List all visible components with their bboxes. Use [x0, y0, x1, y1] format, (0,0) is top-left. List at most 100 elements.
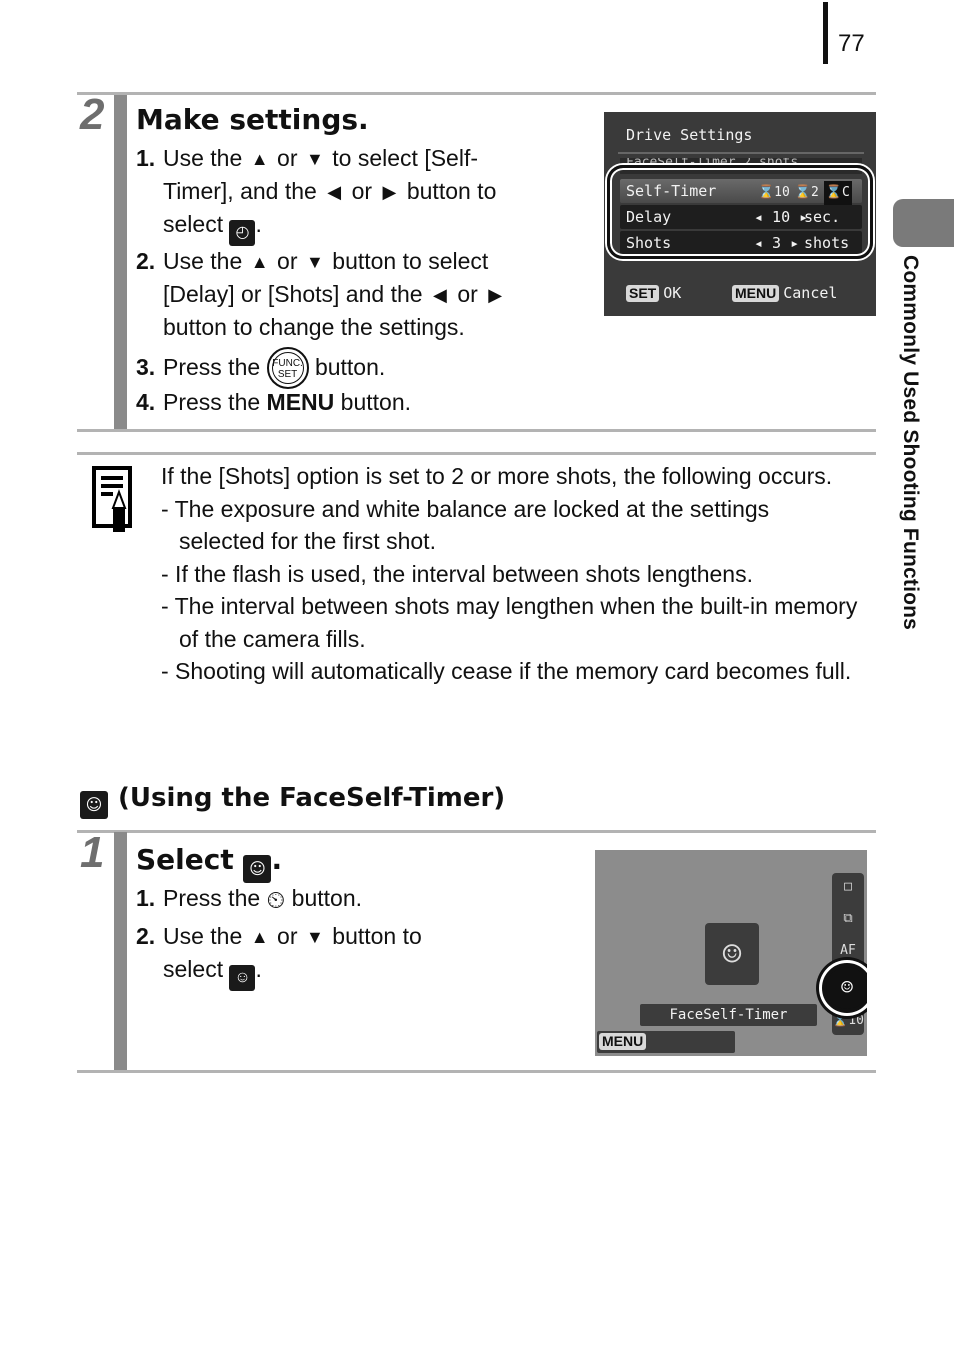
item-number: 2. [136, 923, 156, 949]
text: . [255, 956, 262, 982]
menu-key-icon: MENU [732, 285, 780, 302]
section-heading: ☺ (Using the FaceSelf-Timer) [80, 783, 505, 819]
note-intro: If the [Shots] option is set to 2 or mor… [161, 463, 833, 489]
step-number: 2 [80, 90, 105, 139]
up-arrow-icon: ▲ [250, 149, 269, 169]
instruction-2: 2. Use the ▲ or ▼ button to select ☺. [136, 920, 576, 991]
step-title: Make settings. [136, 103, 369, 136]
divider [77, 1070, 876, 1073]
menu-key-icon: MENU [599, 1033, 647, 1050]
text: or [277, 248, 298, 274]
text: select [163, 211, 224, 237]
note-icon [92, 466, 132, 532]
text: Use the [163, 145, 243, 171]
left-arrow-icon: ◀ [327, 182, 342, 202]
text: button. [340, 389, 412, 415]
selected-face-timer-icon: ☺ [822, 963, 867, 1013]
note-text: If the [Shots] option is set to 2 or mor… [161, 460, 861, 688]
continuation: select ☺. [136, 953, 576, 991]
instruction-4: 4. Press the MENU button. [136, 386, 576, 418]
face-self-timer-icon: ☺ [80, 791, 108, 819]
text: button to [406, 178, 497, 204]
face-self-timer-icon: ☺ [243, 855, 272, 883]
text: [Delay] or [Shots] and the [163, 281, 423, 307]
continuation: select ◴. [136, 208, 576, 246]
text: Use the [163, 248, 243, 274]
up-arrow-icon: ▲ [250, 927, 269, 947]
text: button to select [332, 248, 489, 274]
text: Press the [163, 354, 261, 380]
chapter-title: Commonly Used Shooting Functions [899, 255, 922, 631]
text: or [351, 178, 373, 204]
divider [77, 429, 876, 432]
instruction-3: 3. Press the FUNC. SET button. [136, 347, 576, 389]
text: button to change the settings. [163, 314, 465, 340]
text: select [163, 956, 224, 982]
down-arrow-icon: ▼ [305, 149, 324, 169]
instruction-1: 1. Use the ▲ or ▼ to select [Self- Timer]… [136, 142, 576, 246]
single-shot-icon: □ [844, 879, 852, 894]
settings-hint: MENUSettings... [597, 1031, 735, 1053]
step-title: Select ☺. [136, 843, 282, 883]
continuation: Timer], and the ◀ or ▶ button to [136, 175, 576, 208]
instruction-2: 2. Use the ▲ or ▼ button to select [Delay… [136, 245, 576, 343]
divider [77, 452, 876, 455]
text: . [271, 843, 283, 876]
text: Cancel [783, 284, 838, 302]
up-arrow-icon: ▲ [250, 252, 269, 272]
footer-ok: SET OK [626, 284, 681, 302]
text: or [277, 145, 298, 171]
step-number: 1 [80, 828, 105, 877]
divider [618, 152, 864, 154]
text: Press the [163, 389, 261, 415]
divider [77, 92, 876, 95]
item-number: 1. [136, 145, 156, 171]
text: to select [Self- [332, 145, 479, 171]
text: button. [314, 354, 386, 380]
continuous-icon: ⧉ [843, 911, 853, 926]
text: or [277, 923, 298, 949]
divider [77, 830, 876, 833]
item-number: 1. [136, 885, 156, 911]
page-number: 77 [838, 30, 865, 57]
set-key-icon: SET [626, 285, 660, 302]
item-number: 2. [136, 248, 156, 274]
down-arrow-icon: ▼ [305, 927, 324, 947]
note-bullet: - Shooting will automatically cease if t… [161, 658, 852, 684]
text: button to [332, 923, 422, 949]
custom-timer-icon: ◴ [229, 220, 256, 246]
af-continuous-icon: AF [840, 943, 856, 958]
timer-10-icon: ⌛10 [832, 1013, 864, 1028]
left-arrow-icon: ◀ [433, 285, 447, 305]
func-set-button-icon: FUNC. SET [266, 347, 309, 389]
page-number-bar [823, 2, 828, 64]
menu-label: MENU [266, 389, 335, 415]
right-arrow-icon: ▶ [382, 182, 397, 202]
camera-screen-drive-settings: Drive Settings FaceSelf-Timer 2 shots Se… [604, 112, 876, 316]
text: SET [277, 369, 298, 380]
screen-title: Drive Settings [626, 126, 753, 144]
footer-cancel: MENU Cancel [732, 284, 837, 302]
text: . [255, 211, 262, 237]
self-timer-button-icon: ⏲ [266, 887, 286, 914]
text: Select [136, 843, 234, 876]
item-number: 4. [136, 389, 156, 415]
step-bar [114, 832, 127, 1072]
section-title: (Using the FaceSelf-Timer) [118, 783, 506, 813]
text: Press the [163, 885, 261, 911]
text: button. [291, 885, 363, 911]
step-bar [114, 95, 127, 430]
face-self-timer-icon: ☺ [229, 965, 256, 991]
item-number: 3. [136, 354, 156, 380]
right-arrow-icon: ▶ [488, 285, 503, 305]
down-arrow-icon: ▼ [305, 252, 324, 272]
continuation: [Delay] or [Shots] and the ◀ or ▶ [136, 278, 576, 311]
note-bullet: - If the flash is used, the interval bet… [161, 560, 753, 587]
face-self-timer-large-icon: ☺ [705, 923, 759, 985]
instruction-1: 1. Press the ⏲ button. [136, 882, 576, 917]
mode-label: FaceSelf-Timer [640, 1004, 817, 1026]
text: Use the [163, 923, 243, 949]
highlight-ring [607, 165, 873, 259]
text: Timer], and the [163, 178, 317, 204]
camera-screen-face-self-timer: ☺ FaceSelf-Timer MENUSettings... □ ⧉ AF … [595, 850, 867, 1056]
